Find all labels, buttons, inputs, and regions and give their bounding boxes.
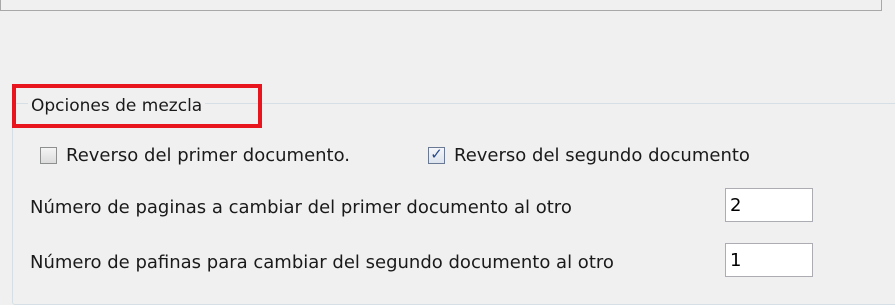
checkmark-icon: ✓ [430,144,443,163]
reverse-second-doc-checkbox[interactable]: ✓ [428,144,445,164]
reverse-first-doc-label: Reverso del primer documento. [66,144,351,166]
reverse-second-doc-label: Reverso del segundo documento [454,144,750,166]
reverse-first-doc-checkbox[interactable] [40,146,57,164]
pages-second-doc-label: Número de pafinas para cambiar del segun… [30,252,614,273]
pages-first-doc-input[interactable] [725,188,813,222]
top-panel [0,0,882,11]
highlight-box [12,84,262,128]
pages-first-doc-label: Número de paginas a cambiar del primer d… [30,197,572,218]
reverse-second-doc-checkbox-row[interactable]: ✓ Reverso del segundo documento [428,140,750,170]
reverse-first-doc-checkbox-row[interactable]: Reverso del primer documento. [40,140,350,170]
pages-second-doc-input[interactable] [725,243,813,277]
